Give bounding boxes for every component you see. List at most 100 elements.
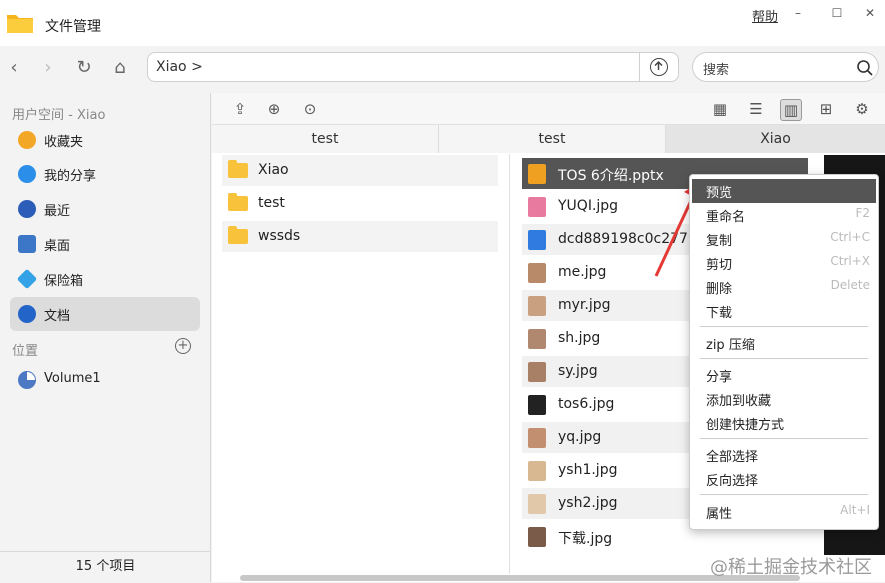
menu-item-delete[interactable]: 删除 Delete	[692, 275, 876, 299]
image-thumb-icon	[528, 329, 546, 349]
menu-item-label: 反向选择	[706, 474, 759, 489]
sidebar-item-recent[interactable]: 最近	[10, 192, 200, 226]
menu-item-invert-selection[interactable]: 反向选择	[692, 467, 876, 491]
menu-item-rename[interactable]: 重命名 F2	[692, 203, 876, 227]
grid-view-icon[interactable]: ▦	[710, 99, 730, 119]
sidebar-item-label: 收藏夹	[44, 135, 84, 150]
help-link[interactable]: 帮助	[752, 6, 778, 25]
add-location-button[interactable]: +	[175, 338, 191, 354]
toolbar: ⇪ ⊕ ⊙ ▦ ☰ ▥ ⊞ ⚙	[212, 93, 885, 125]
column-header-test-1[interactable]: test	[212, 125, 439, 153]
menu-item-label: 复制	[706, 234, 733, 249]
sidebar-item-label: 桌面	[44, 239, 71, 254]
folder-icon	[228, 193, 248, 211]
title-bar: 文件管理 帮助 – ☐ ✕	[0, 0, 885, 46]
menu-item-preview[interactable]: 预览	[692, 179, 876, 203]
pptx-icon	[528, 164, 546, 184]
column-header-test-2[interactable]: test	[439, 125, 666, 153]
menu-item-shortcut: Ctrl+X	[830, 254, 870, 268]
go-up-icon[interactable]	[650, 58, 668, 76]
vault-icon	[16, 268, 38, 290]
forward-button[interactable]: ›	[36, 56, 60, 80]
menu-separator	[700, 494, 868, 495]
sidebar-item-volume1[interactable]: Volume1	[10, 363, 200, 397]
maximize-button[interactable]: ☐	[824, 2, 850, 24]
menu-item-copy[interactable]: 复制 Ctrl+C	[692, 227, 876, 251]
file-name: tos6.jpg	[558, 396, 615, 412]
file-name: sh.jpg	[558, 330, 601, 346]
search-box[interactable]: 搜索	[692, 52, 879, 82]
desktop-icon	[18, 235, 36, 253]
file-name: ysh2.jpg	[558, 495, 618, 511]
document-icon	[18, 305, 36, 323]
menu-item-label: zip 压缩	[706, 338, 755, 353]
sidebar-item-label: Volume1	[44, 371, 101, 386]
folder-row[interactable]: test	[222, 188, 498, 219]
sidebar-item-desktop[interactable]: 桌面	[10, 227, 200, 261]
image-thumb-icon	[528, 527, 546, 547]
minimize-button[interactable]: –	[785, 2, 811, 24]
file-name: 下载.jpg	[558, 531, 613, 547]
menu-item-properties[interactable]: 属性 Alt+I	[692, 500, 876, 524]
menu-item-create-shortcut[interactable]: 创建快捷方式	[692, 411, 876, 435]
new-folder-icon[interactable]: ⊕	[264, 99, 284, 119]
image-thumb-icon	[528, 296, 546, 316]
close-button[interactable]: ✕	[857, 2, 883, 24]
sidebar-item-documents[interactable]: 文档	[10, 297, 200, 331]
more-icon[interactable]: ⊙	[300, 99, 320, 119]
menu-item-shortcut: Delete	[830, 278, 870, 292]
folder-icon	[228, 160, 248, 178]
search-icon[interactable]	[856, 59, 874, 77]
search-input[interactable]: 搜索	[703, 59, 729, 78]
menu-separator	[700, 438, 868, 439]
watermark: @稀土掘金技术社区	[710, 557, 872, 578]
menu-item-download[interactable]: 下载	[692, 299, 876, 323]
refresh-button[interactable]: ↻	[72, 56, 96, 80]
menu-separator	[700, 326, 868, 327]
item-count-status: 15 个项目	[0, 551, 211, 583]
menu-item-cut[interactable]: 剪切 Ctrl+X	[692, 251, 876, 275]
file-name: me.jpg	[558, 264, 607, 280]
folder-row[interactable]: Xiao	[222, 155, 498, 186]
menu-item-label: 重命名	[706, 210, 746, 225]
file-name: YUQI.jpg	[558, 198, 619, 214]
menu-item-zip-compress[interactable]: zip 压缩	[692, 331, 876, 355]
settings-gear-icon[interactable]: ⚙	[852, 99, 872, 119]
address-bar[interactable]: Xiao >	[147, 52, 679, 82]
file-name: sy.jpg	[558, 363, 598, 379]
sidebar-item-label: 文档	[44, 309, 71, 324]
sidebar-item-vault[interactable]: 保险箱	[10, 262, 200, 296]
menu-item-shortcut: F2	[855, 206, 870, 220]
menu-item-label: 分享	[706, 370, 733, 385]
menu-separator	[700, 358, 868, 359]
image-thumb-icon	[528, 362, 546, 382]
sidebar-item-favorites[interactable]: 收藏夹	[10, 123, 200, 157]
sidebar: 用户空间 - Xiao 收藏夹 我的分享 最近 桌面 保险箱 文档 位置 + V…	[0, 93, 211, 582]
sidebar-item-label: 最近	[44, 204, 71, 219]
column-header-xiao[interactable]: Xiao	[666, 125, 885, 153]
folder-row[interactable]: wssds	[222, 221, 498, 252]
column-view-icon[interactable]: ▥	[780, 99, 802, 121]
menu-item-shortcut: Alt+I	[840, 503, 870, 517]
upload-icon[interactable]: ⇪	[230, 99, 250, 119]
menu-item-label: 全部选择	[706, 450, 759, 465]
image-thumb-icon	[528, 494, 546, 514]
back-button[interactable]: ‹	[2, 56, 26, 80]
menu-item-label: 剪切	[706, 258, 733, 273]
sidebar-item-my-share[interactable]: 我的分享	[10, 157, 200, 191]
sidebar-item-label: 我的分享	[44, 169, 97, 184]
image-thumb-icon	[528, 395, 546, 415]
image-thumb-icon	[528, 428, 546, 448]
window-title: 文件管理	[45, 19, 101, 35]
add-panel-icon[interactable]: ⊞	[816, 99, 836, 119]
menu-item-share[interactable]: 分享	[692, 363, 876, 387]
menu-item-label: 添加到收藏	[706, 394, 772, 409]
sidebar-item-label: 保险箱	[44, 274, 84, 289]
menu-item-add-to-favorites[interactable]: 添加到收藏	[692, 387, 876, 411]
list-view-icon[interactable]: ☰	[746, 99, 766, 119]
menu-item-label: 下载	[706, 306, 733, 321]
home-button[interactable]: ⌂	[108, 56, 132, 80]
file-name: yq.jpg	[558, 429, 602, 445]
menu-item-select-all[interactable]: 全部选择	[692, 443, 876, 467]
context-menu: 预览重命名 F2 复制 Ctrl+C 剪切 Ctrl+X 删除 Delete 下载 zip 压缩分…	[689, 174, 879, 530]
